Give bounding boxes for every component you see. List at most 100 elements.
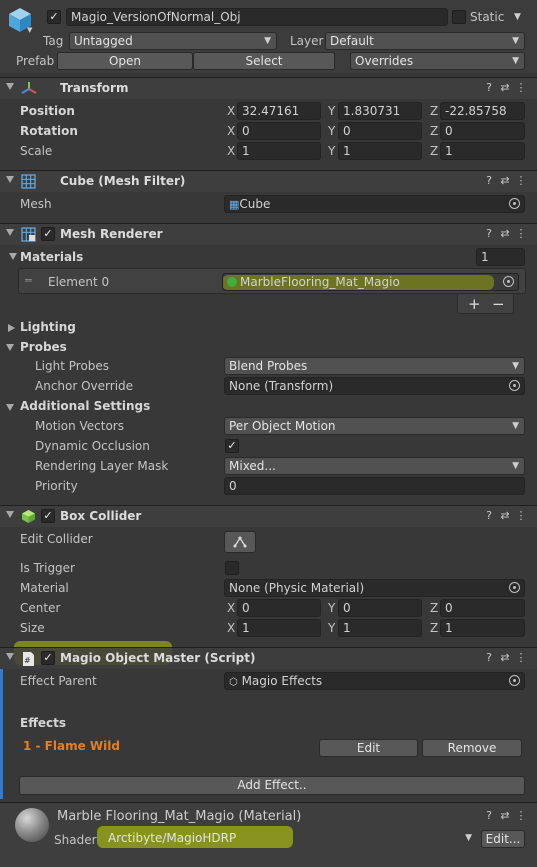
help-icon[interactable]: ?	[481, 809, 497, 822]
remove-element-button[interactable]: −	[492, 295, 505, 313]
position-x-field[interactable]: 32.47161	[237, 102, 321, 120]
probes-fold-icon[interactable]	[6, 344, 14, 351]
active-checkbox[interactable]: ✓	[47, 10, 61, 24]
axis-z-label: Z	[430, 124, 439, 138]
context-menu-icon[interactable]: ⋮	[513, 509, 529, 522]
help-icon[interactable]: ?	[481, 509, 497, 522]
object-picker-icon[interactable]	[503, 276, 514, 287]
scale-y-field[interactable]: 1	[338, 142, 422, 160]
help-icon[interactable]: ?	[481, 81, 497, 94]
rotation-x-field[interactable]: 0	[237, 122, 321, 140]
object-picker-icon[interactable]	[509, 198, 520, 209]
foldout-arrow-icon[interactable]	[6, 83, 14, 90]
prefab-select-button[interactable]: Select	[193, 52, 335, 70]
tag-value: Untagged	[74, 34, 133, 48]
light-probes-dropdown[interactable]: Blend Probes ▼	[224, 357, 525, 375]
foldout-arrow-icon[interactable]	[6, 511, 14, 518]
help-icon[interactable]: ?	[481, 174, 497, 187]
motion-vectors-dropdown[interactable]: Per Object Motion ▼	[224, 417, 525, 435]
prefab-open-button[interactable]: Open	[57, 52, 193, 70]
materials-fold-icon[interactable]	[9, 253, 17, 260]
foldout-arrow-icon[interactable]	[6, 176, 14, 183]
rotation-y-field[interactable]: 0	[338, 122, 422, 140]
context-menu-icon[interactable]: ⋮	[513, 809, 529, 822]
box-collider-title: Box Collider	[60, 509, 142, 523]
script-enabled-checkbox[interactable]: ✓	[41, 651, 55, 665]
object-picker-icon[interactable]	[509, 582, 520, 593]
edit-shader-button[interactable]: Edit...	[481, 830, 525, 848]
shader-dropdown[interactable]: Arctibyte/MagioHDRP ▼	[104, 830, 478, 848]
object-picker-icon[interactable]	[509, 380, 520, 391]
context-menu-icon[interactable]: ⋮	[513, 174, 529, 187]
mesh-filter-header[interactable]: Cube (Mesh Filter) ? ⇄ ⋮	[0, 170, 537, 192]
prefab-overrides-dropdown[interactable]: Overrides ▼	[350, 52, 525, 70]
preset-icon[interactable]: ⇄	[497, 509, 513, 522]
box-collider-enabled-checkbox[interactable]: ✓	[41, 509, 55, 523]
context-menu-icon[interactable]: ⋮	[513, 81, 529, 94]
position-z-field[interactable]: -22.85758	[440, 102, 525, 120]
materials-count-field[interactable]: 1	[476, 248, 525, 266]
script-header[interactable]: # ✓ Magio Object Master (Script) ? ⇄ ⋮	[0, 647, 537, 669]
mesh-renderer-enabled-checkbox[interactable]: ✓	[41, 227, 55, 241]
help-icon[interactable]: ?	[481, 651, 497, 664]
is-trigger-checkbox[interactable]	[225, 561, 239, 575]
priority-field[interactable]: 0	[224, 477, 525, 495]
preset-icon[interactable]: ⇄	[497, 174, 513, 187]
check-icon: ✓	[43, 509, 53, 522]
scale-x-field[interactable]: 1	[237, 142, 321, 160]
dynamic-occlusion-checkbox[interactable]: ✓	[225, 439, 239, 453]
preset-icon[interactable]: ⇄	[497, 651, 513, 664]
position-y-value: 1.830731	[343, 104, 401, 118]
object-name: Magio_VersionOfNormal_Obj	[71, 10, 241, 24]
anchor-override-field[interactable]: None (Transform)	[224, 377, 525, 395]
help-icon[interactable]: ?	[481, 227, 497, 240]
preset-icon[interactable]: ⇄	[497, 809, 513, 822]
lighting-fold-icon[interactable]	[8, 324, 15, 332]
edit-effect-button[interactable]: Edit	[319, 739, 418, 757]
context-menu-icon[interactable]: ⋮	[513, 227, 529, 240]
mesh-renderer-header[interactable]: ✓ Mesh Renderer ? ⇄ ⋮	[0, 223, 537, 245]
foldout-arrow-icon[interactable]	[6, 229, 14, 236]
object-picker-icon[interactable]	[509, 675, 520, 686]
center-x-field[interactable]: 0	[237, 599, 321, 617]
preset-icon[interactable]: ⇄	[497, 227, 513, 240]
position-y-field[interactable]: 1.830731	[338, 102, 422, 120]
axis-z-label: Z	[430, 601, 439, 615]
scale-y-value: 1	[343, 144, 351, 158]
center-y-field[interactable]: 0	[338, 599, 422, 617]
size-z-field[interactable]: 1	[440, 619, 525, 637]
size-x-field[interactable]: 1	[237, 619, 321, 637]
layer-dropdown[interactable]: Default ▼	[325, 32, 525, 50]
static-dropdown-arrow-icon[interactable]: ▼	[514, 12, 521, 22]
drag-handle-icon[interactable]: ═	[25, 274, 32, 287]
rotation-z-field[interactable]: 0	[440, 122, 525, 140]
preset-icon[interactable]: ⇄	[497, 81, 513, 94]
edit-collider-label: Edit Collider	[20, 532, 93, 546]
remove-effect-button[interactable]: Remove	[422, 739, 522, 757]
edit-collider-button[interactable]	[224, 531, 256, 553]
tag-dropdown[interactable]: Untagged ▼	[69, 32, 277, 50]
collider-material-field[interactable]: None (Physic Material)	[224, 579, 525, 597]
center-z-field[interactable]: 0	[440, 599, 525, 617]
transform-header[interactable]: Transform ? ⇄ ⋮	[0, 77, 537, 99]
scale-z-field[interactable]: 1	[440, 142, 525, 160]
mesh-field[interactable]: ▦Cube	[224, 195, 525, 213]
foldout-arrow-icon[interactable]	[6, 653, 14, 660]
additional-fold-icon[interactable]	[6, 404, 14, 411]
add-effect-button[interactable]: Add Effect..	[19, 776, 525, 795]
lighting-label: Lighting	[20, 320, 76, 334]
effect-parent-field[interactable]: ⬡ Magio Effects	[224, 672, 525, 690]
context-menu-icon[interactable]: ⋮	[513, 651, 529, 664]
size-y-field[interactable]: 1	[338, 619, 422, 637]
box-collider-header[interactable]: ✓ Box Collider ? ⇄ ⋮	[0, 505, 537, 527]
static-checkbox[interactable]	[452, 10, 466, 24]
collider-material-value: None (Physic Material)	[229, 581, 365, 595]
object-name-field[interactable]: Magio_VersionOfNormal_Obj	[66, 8, 448, 26]
icon-dropdown-arrow-icon[interactable]: ▼	[27, 26, 32, 34]
rendering-layer-mask-dropdown[interactable]: Mixed... ▼	[224, 457, 525, 475]
select-label: Select	[245, 54, 283, 68]
element-0-field[interactable]: MarbleFlooring_Mat_Magio	[222, 273, 519, 291]
mesh-filter-grid-icon	[21, 174, 36, 189]
add-element-button[interactable]: +	[468, 295, 481, 313]
layer-label: Layer	[290, 34, 324, 48]
